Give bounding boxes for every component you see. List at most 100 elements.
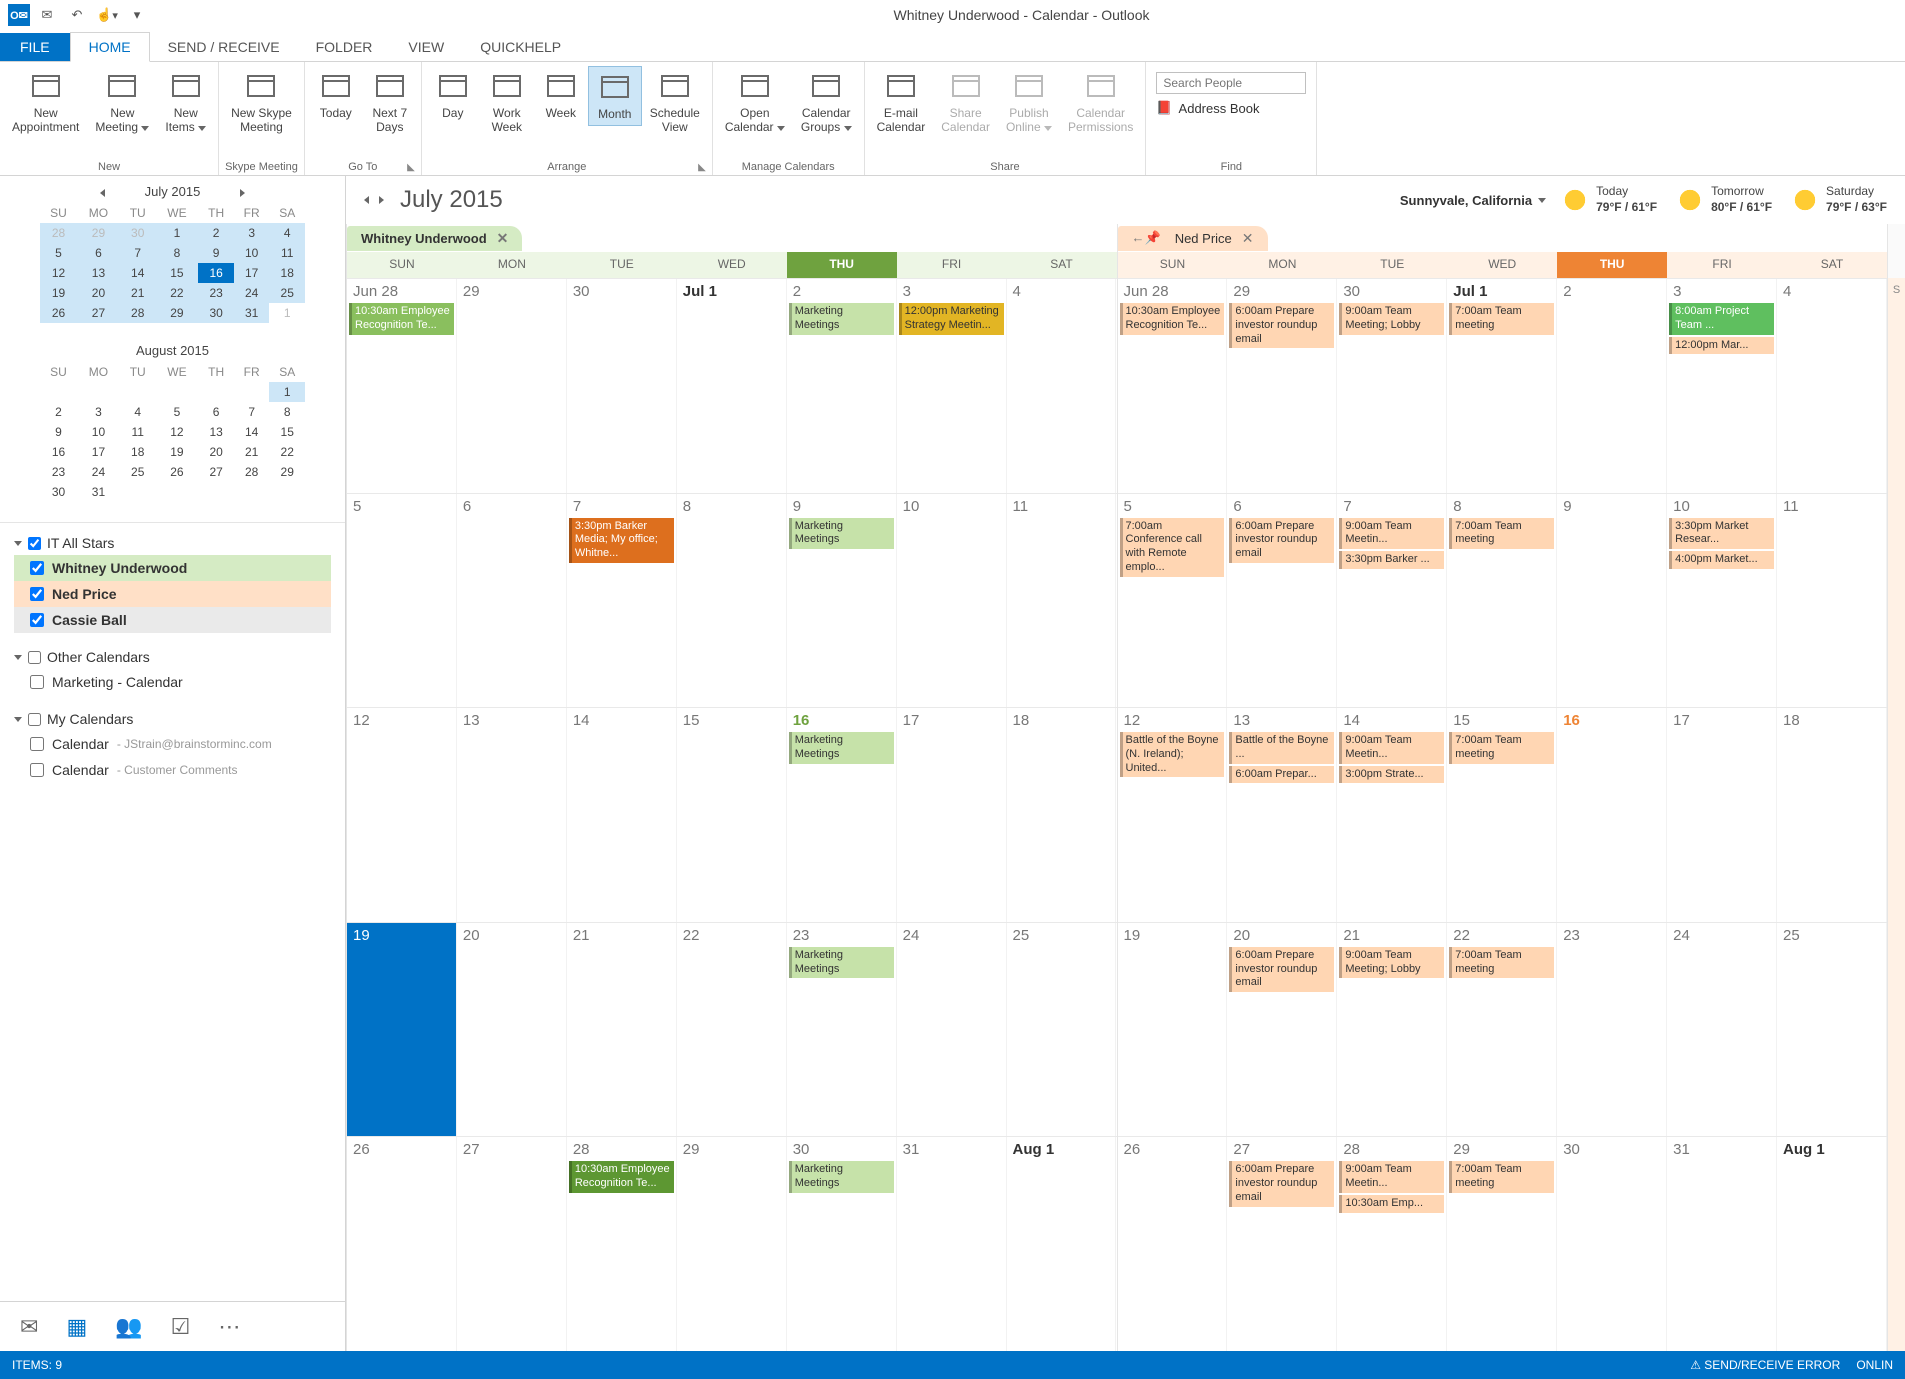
nav-mail-icon[interactable]: ✉	[20, 1314, 38, 1340]
calendar-event[interactable]: 6:00am Prepare investor roundup email	[1229, 518, 1334, 563]
mini-cal-next-icon[interactable]	[240, 184, 245, 199]
mini-cal-day[interactable]: 4	[269, 223, 305, 243]
qat-touch-mode-icon[interactable]: ☝▾	[98, 6, 116, 24]
mini-cal-day[interactable]: 21	[120, 283, 156, 303]
next-pane-sliver[interactable]: S	[1887, 224, 1905, 1351]
calendar-day-cell[interactable]: 276:00am Prepare investor roundup email	[1227, 1137, 1337, 1351]
calendar-event[interactable]: 3:30pm Barker ...	[1339, 551, 1444, 569]
mini-cal-day[interactable]: 21	[234, 442, 270, 462]
calendar-day-cell[interactable]: 30	[567, 279, 677, 493]
mini-cal-day[interactable]: 10	[77, 422, 120, 442]
tab-send-receive[interactable]: SEND / RECEIVE	[150, 33, 298, 61]
calendar-day-cell[interactable]: 149:00am Team Meetin...3:00pm Strate...	[1337, 708, 1447, 922]
calendar-event[interactable]: 4:00pm Market...	[1669, 551, 1774, 569]
calendar-day-cell[interactable]: 17	[897, 708, 1007, 922]
pin-icon[interactable]: ←📌	[1132, 230, 1161, 246]
calendar-day-cell[interactable]: 6	[457, 494, 567, 708]
status-send-receive-error[interactable]: ⚠ SEND/RECEIVE ERROR	[1690, 1358, 1840, 1372]
weather-location[interactable]: Sunnyvale, California	[1400, 193, 1546, 208]
calendar-day-cell[interactable]: 157:00am Team meeting	[1447, 708, 1557, 922]
ribbon-month-button[interactable]: Month	[588, 66, 642, 126]
mini-cal-day[interactable]: 31	[234, 303, 270, 323]
calendar-day-cell[interactable]: 2	[1557, 279, 1667, 493]
calendar-day-cell[interactable]: 8	[677, 494, 787, 708]
ribbon-new-meeting-button[interactable]: NewMeeting	[87, 66, 157, 139]
calendar-day-cell[interactable]: 11	[1777, 494, 1887, 708]
calendar-event[interactable]: 9:00am Team Meetin...	[1339, 732, 1444, 764]
prev-month-icon[interactable]	[364, 191, 369, 209]
mini-cal-day[interactable]: 16	[40, 442, 77, 462]
calendar-event[interactable]: 3:30pm Market Resear...	[1669, 518, 1774, 550]
mini-cal-day[interactable]: 25	[120, 462, 156, 482]
mini-cal-day[interactable]: 29	[77, 223, 120, 243]
calendar-day-cell[interactable]: 4	[1007, 279, 1117, 493]
calendar-day-cell[interactable]: 20	[457, 923, 567, 1137]
mini-cal-day[interactable]: 8	[269, 402, 305, 422]
dialog-launcher-icon[interactable]: ◣	[698, 162, 706, 173]
mini-cal-day[interactable]: 19	[155, 442, 198, 462]
nav-tasks-icon[interactable]: ☑	[171, 1314, 191, 1340]
mini-cal-day[interactable]: 15	[155, 263, 198, 283]
calendar-day-cell[interactable]: 19	[347, 923, 457, 1137]
calendar-event[interactable]: 7:00am Team meeting	[1449, 518, 1554, 550]
ribbon-open-calendar-button[interactable]: OpenCalendar	[717, 66, 793, 139]
ribbon-today-button[interactable]: Today	[309, 66, 363, 124]
mini-cal-day[interactable]: 29	[269, 462, 305, 482]
calendar-day-cell[interactable]: Jun 2810:30am Employee Recognition Te...	[1118, 279, 1228, 493]
calendar-day-cell[interactable]: 16Marketing Meetings	[787, 708, 897, 922]
calendar-checkbox[interactable]	[30, 613, 44, 627]
mini-cal-day[interactable]: 6	[198, 402, 234, 422]
mini-cal-day[interactable]: 31	[77, 482, 120, 502]
calendar-day-cell[interactable]: 30	[1557, 1137, 1667, 1351]
mini-cal-day[interactable]: 18	[269, 263, 305, 283]
calendar-day-cell[interactable]: 26	[347, 1137, 457, 1351]
mini-cal-day[interactable]: 13	[77, 263, 120, 283]
mini-cal-day[interactable]: 14	[120, 263, 156, 283]
calendar-checkbox[interactable]	[30, 561, 44, 575]
address-book-button[interactable]: 📕 Address Book	[1156, 100, 1306, 116]
mini-cal-day[interactable]: 28	[234, 462, 270, 482]
mini-cal-day[interactable]: 20	[77, 283, 120, 303]
calendar-day-cell[interactable]: 22	[677, 923, 787, 1137]
calendar-event[interactable]: 9:00am Team Meetin...	[1339, 1161, 1444, 1193]
mini-cal-day[interactable]: 10	[234, 243, 270, 263]
calendar-event[interactable]: Marketing Meetings	[789, 1161, 894, 1193]
mini-cal-day[interactable]: 14	[234, 422, 270, 442]
calendar-day-cell[interactable]: 29	[677, 1137, 787, 1351]
nav-people-icon[interactable]: 👥	[115, 1314, 142, 1340]
tab-folder[interactable]: FOLDER	[298, 33, 391, 61]
calendar-day-cell[interactable]: 87:00am Team meeting	[1447, 494, 1557, 708]
calendar-day-cell[interactable]: 24	[1667, 923, 1777, 1137]
calendar-day-cell[interactable]: Jun 2810:30am Employee Recognition Te...	[347, 279, 457, 493]
dialog-launcher-icon[interactable]: ◣	[407, 162, 415, 173]
calendar-checkbox[interactable]	[30, 587, 44, 601]
mini-cal-day[interactable]: 15	[269, 422, 305, 442]
calendar-event[interactable]: Marketing Meetings	[789, 518, 894, 550]
mini-cal-day[interactable]: 30	[120, 223, 156, 243]
mini-cal-day[interactable]: 23	[40, 462, 77, 482]
close-pane-icon[interactable]: ✕	[1242, 230, 1254, 247]
ribbon-week-button[interactable]: Week	[534, 66, 588, 124]
calendar-day-cell[interactable]: 38:00am Project Team ...12:00pm Mar...	[1667, 279, 1777, 493]
qat-customize-icon[interactable]: ▾	[128, 6, 146, 24]
calendar-event[interactable]: 10:30am Employee Recognition Te...	[349, 303, 454, 335]
calendar-group-header[interactable]: My Calendars	[14, 707, 331, 731]
mini-cal-day[interactable]: 30	[40, 482, 77, 502]
mini-cal-day[interactable]: 27	[77, 303, 120, 323]
calendar-event[interactable]: 12:00pm Marketing Strategy Meetin...	[899, 303, 1004, 335]
group-checkbox[interactable]	[28, 537, 41, 550]
mini-cal-day[interactable]: 5	[155, 402, 198, 422]
calendar-day-cell[interactable]: 26	[1118, 1137, 1228, 1351]
calendar-day-cell[interactable]: 296:00am Prepare investor roundup email	[1227, 279, 1337, 493]
mini-cal-day[interactable]: 7	[120, 243, 156, 263]
mini-cal-day[interactable]: 12	[40, 263, 77, 283]
calendar-event[interactable]: 7:00am Team meeting	[1449, 732, 1554, 764]
calendar-event[interactable]: 9:00am Team Meetin...	[1339, 518, 1444, 550]
calendar-day-cell[interactable]: 19	[1118, 923, 1228, 1137]
calendar-event[interactable]: Battle of the Boyne (N. Ireland); United…	[1120, 732, 1225, 777]
calendar-list-item[interactable]: Calendar - Customer Comments	[14, 757, 331, 783]
ribbon-work-week-button[interactable]: WorkWeek	[480, 66, 534, 139]
mini-cal-day[interactable]: 17	[234, 263, 270, 283]
calendar-day-cell[interactable]: 13Battle of the Boyne ...6:00am Prepar..…	[1227, 708, 1337, 922]
tab-home[interactable]: HOME	[70, 32, 150, 62]
